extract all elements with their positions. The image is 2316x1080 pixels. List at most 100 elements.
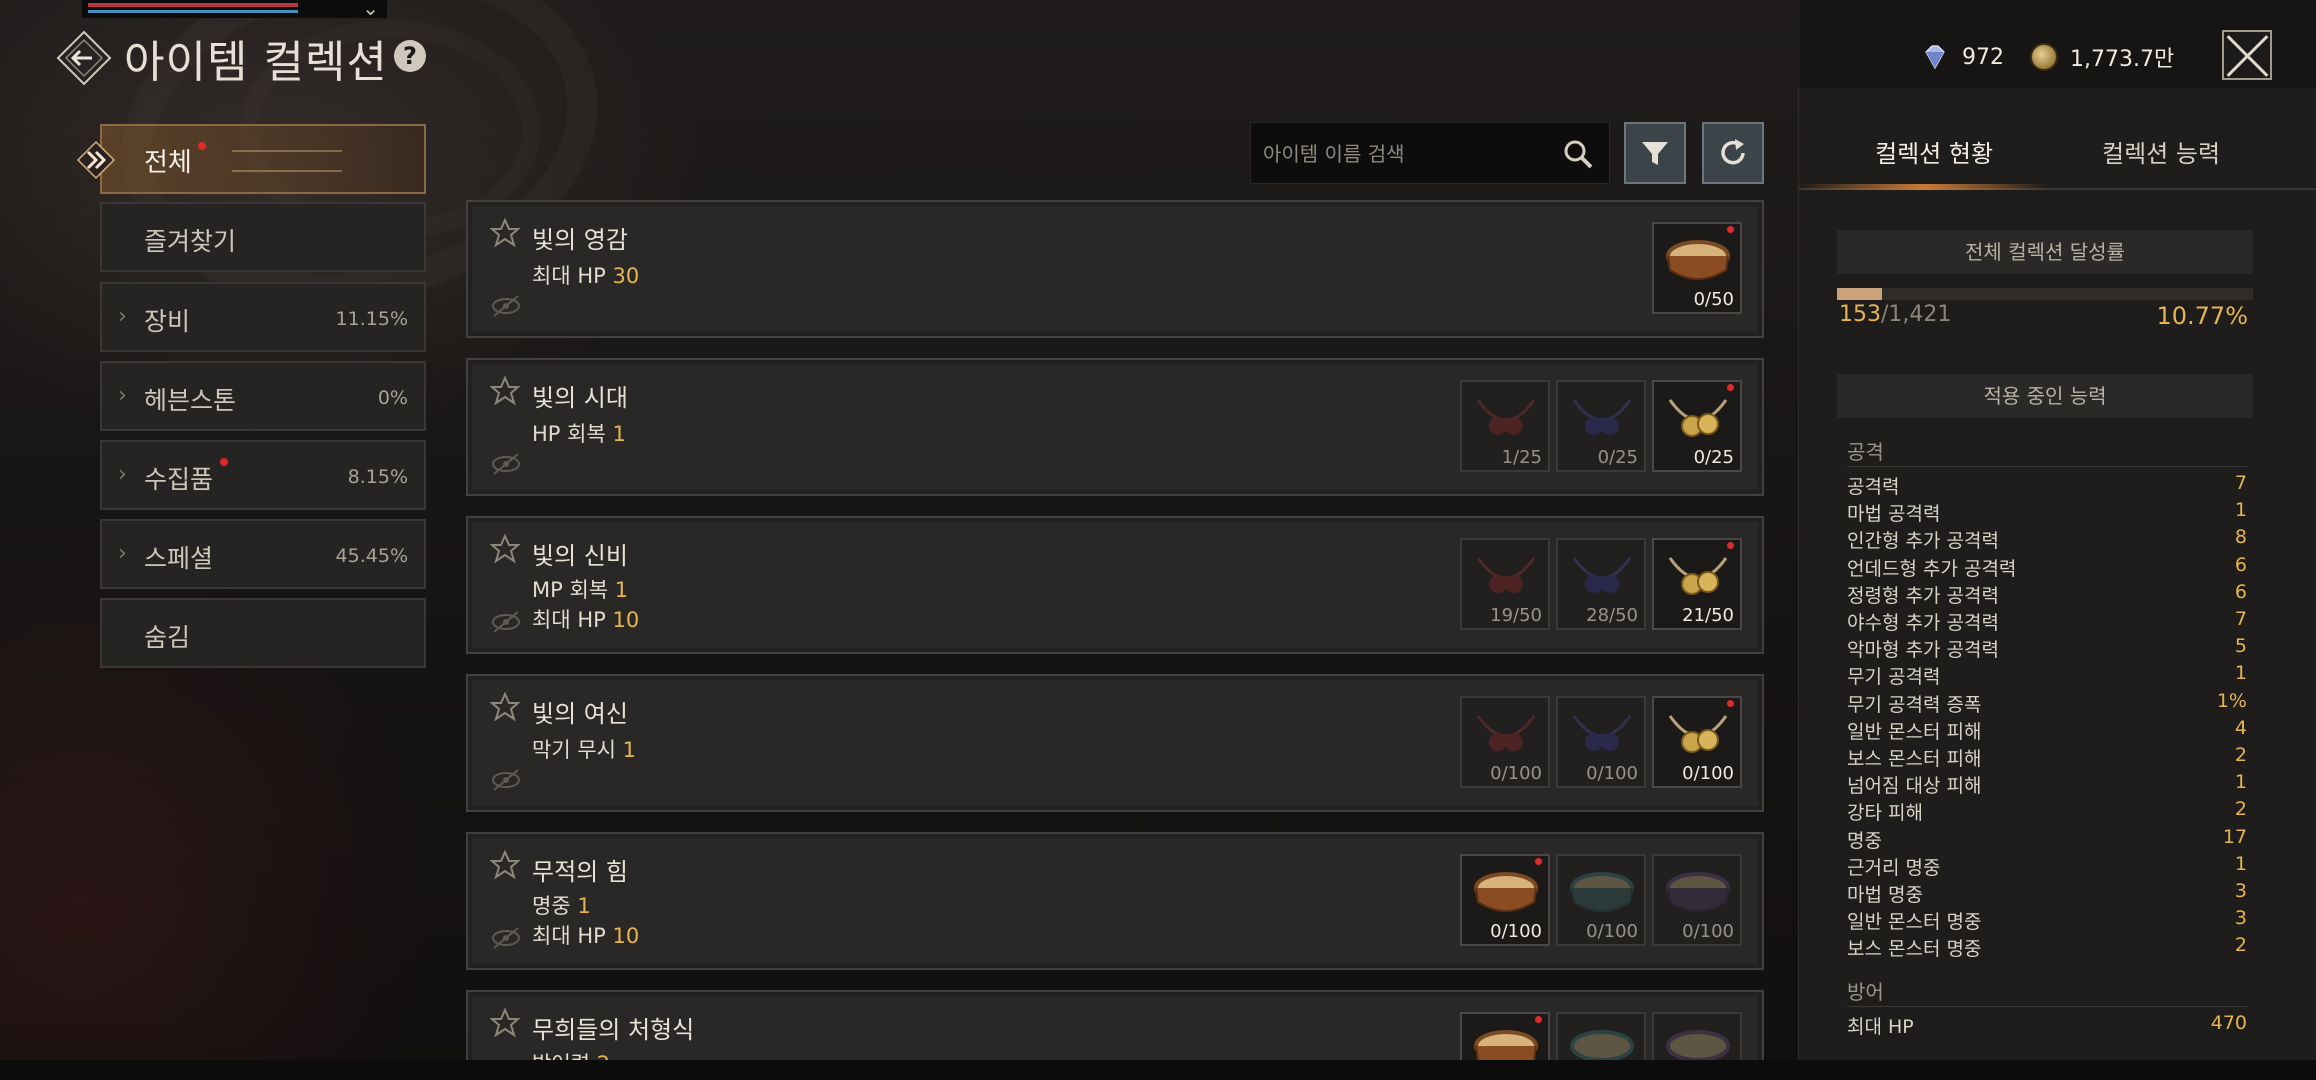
close-button[interactable]	[2222, 30, 2272, 80]
slot-count: 19/50	[1490, 605, 1542, 626]
defense-group-title: 방어	[1847, 979, 1884, 1004]
status-bar-stub[interactable]: ⌄	[82, 0, 387, 20]
collection-card[interactable]: 빛의 시대 HP 회복 1 1/25 0/25 0/25	[466, 358, 1764, 496]
favorite-star-icon[interactable]	[490, 376, 520, 406]
chevron-down-icon[interactable]: ⌄	[362, 0, 379, 20]
refresh-button[interactable]	[1702, 122, 1764, 184]
tab-collection-ability[interactable]: 컬렉션 능력	[2102, 134, 2220, 169]
divider	[1847, 1005, 2247, 1007]
collection-card[interactable]: 빛의 신비 MP 회복 1 최대 HP 10 19/50 28/50 21/50	[466, 516, 1764, 654]
collection-card[interactable]: 빛의 영감 최대 HP 30 0/50	[466, 200, 1764, 338]
stat-value: 1	[2234, 499, 2247, 522]
item-slot[interactable]: 1/25	[1460, 380, 1550, 472]
slot-count: 0/100	[1586, 763, 1638, 784]
item-slot[interactable]: 0/100	[1556, 854, 1646, 946]
stat-row: 최대 HP 470	[1847, 1012, 2247, 1039]
item-slot[interactable]: 0/50	[1652, 222, 1742, 314]
stat-name: 마법 명중	[1847, 884, 1923, 906]
stat-value: 8	[2234, 526, 2247, 549]
stat-value: 1	[2234, 852, 2247, 875]
hide-eye-icon[interactable]	[490, 452, 522, 476]
slot-count: 1/25	[1501, 447, 1542, 468]
nav-item-all[interactable]: 전체	[76, 124, 426, 194]
collection-card[interactable]: 무적의 힘 명중 1 최대 HP 10 0/100 0/100 0/100	[466, 832, 1764, 970]
item-slot[interactable]: 0/100	[1460, 696, 1550, 788]
item-slot[interactable]: 0/100	[1652, 696, 1742, 788]
collection-list[interactable]: 빛의 영감 최대 HP 30 0/50 빛의 시대 HP 회복 1 1/25 0…	[466, 200, 1766, 1060]
stat-value: 7	[2234, 472, 2247, 494]
double-chevron-right-icon	[76, 140, 116, 180]
stat-name: 인간형 추가 공격력	[1847, 530, 1999, 553]
help-icon[interactable]: ?	[394, 40, 426, 72]
item-slots: 0/50	[1652, 222, 1742, 314]
nav-item-equipment[interactable]: › 장비 11.15%	[100, 282, 426, 352]
item-slot[interactable]: 0/25	[1556, 380, 1646, 472]
favorite-star-icon[interactable]	[490, 218, 520, 248]
stat-row: 일반 몬스터 명중 3	[1847, 907, 2247, 934]
slot-count: 28/50	[1586, 605, 1638, 626]
card-stat: 방어력 2	[532, 1048, 610, 1060]
back-arrow-icon	[56, 30, 112, 86]
nav-item-heavenstone[interactable]: › 헤븐스톤 0%	[100, 361, 426, 431]
item-slot[interactable]	[1460, 1012, 1550, 1060]
hide-eye-icon[interactable]	[490, 294, 522, 318]
favorite-star-icon[interactable]	[490, 534, 520, 564]
item-slot[interactable]: 21/50	[1652, 538, 1742, 630]
item-slot[interactable]: 19/50	[1460, 538, 1550, 630]
item-slot[interactable]: 0/100	[1460, 854, 1550, 946]
hide-eye-icon[interactable]	[490, 768, 522, 792]
stat-row: 보스 몬스터 피해 2	[1847, 744, 2247, 771]
notification-dot	[1727, 384, 1734, 391]
card-stat: 명중 1	[532, 890, 591, 920]
card-stat: MP 회복 1	[532, 574, 628, 604]
search-box[interactable]	[1250, 122, 1610, 184]
nav-item-collectibles[interactable]: › 수집품 8.15%	[100, 440, 426, 510]
notification-dot	[1535, 858, 1542, 865]
stat-name: 근거리 명중	[1847, 856, 1941, 879]
stat-row: 넘어짐 대상 피해 1	[1847, 771, 2247, 798]
stat-name: 야수형 추가 공격력	[1847, 612, 1999, 634]
active-tab-indicator	[1799, 184, 2049, 190]
item-slots: 1/25 0/25 0/25	[1460, 380, 1742, 472]
necklace-item-icon	[1668, 399, 1728, 437]
item-slot[interactable]: 28/50	[1556, 538, 1646, 630]
card-stat: 최대 HP 10	[532, 920, 639, 950]
back-button[interactable]	[56, 30, 112, 86]
favorite-star-icon[interactable]	[490, 1008, 520, 1038]
favorite-star-icon[interactable]	[490, 850, 520, 880]
item-slot[interactable]	[1652, 1012, 1742, 1060]
stat-value: 5	[2234, 635, 2247, 658]
stat-name: 마법 공격력	[1847, 503, 1941, 526]
stat-row: 악마형 추가 공격력 5	[1847, 635, 2247, 662]
nav-item-label: 스페셜	[144, 544, 214, 573]
item-slot[interactable]: 0/25	[1652, 380, 1742, 472]
collection-card[interactable]: 무희들의 처형식 방어력 2	[466, 990, 1764, 1060]
search-icon[interactable]	[1561, 137, 1595, 171]
stat-value: 6	[2234, 580, 2247, 603]
stat-value: 2	[2234, 798, 2247, 821]
item-slot[interactable]: 0/100	[1556, 696, 1646, 788]
nav-item-favorites[interactable]: 즐겨찾기	[100, 202, 426, 272]
stat-value: 1	[2234, 662, 2247, 685]
gold-currency: 1,773.7만	[2030, 40, 2174, 74]
hide-eye-icon[interactable]	[490, 610, 522, 634]
hide-eye-icon[interactable]	[490, 926, 522, 950]
stat-row: 인간형 추가 공격력 8	[1847, 526, 2247, 553]
item-slots	[1460, 1012, 1742, 1060]
search-input[interactable]	[1263, 137, 1553, 171]
nav-item-hidden[interactable]: 숨김	[100, 598, 426, 668]
bottom-edge	[0, 1060, 2316, 1080]
collection-card[interactable]: 빛의 여신 막기 무시 1 0/100 0/100 0/100	[466, 674, 1764, 812]
gem-count: 972	[1962, 44, 2004, 70]
item-slot[interactable]	[1556, 1012, 1646, 1060]
notification-dot	[1727, 226, 1734, 233]
favorite-star-icon[interactable]	[490, 692, 520, 722]
nav-item-special[interactable]: › 스페셜 45.45%	[100, 519, 426, 589]
filter-button[interactable]	[1624, 122, 1686, 184]
item-slot[interactable]: 0/100	[1652, 854, 1742, 946]
tab-collection-status[interactable]: 컬렉션 현황	[1875, 134, 1993, 169]
stat-name: 무기 공격력 증폭	[1847, 693, 1982, 716]
necklace-item-icon	[1572, 715, 1632, 751]
stat-row: 명중 17	[1847, 826, 2247, 853]
progress-percent: 10.77%	[2156, 302, 2248, 330]
